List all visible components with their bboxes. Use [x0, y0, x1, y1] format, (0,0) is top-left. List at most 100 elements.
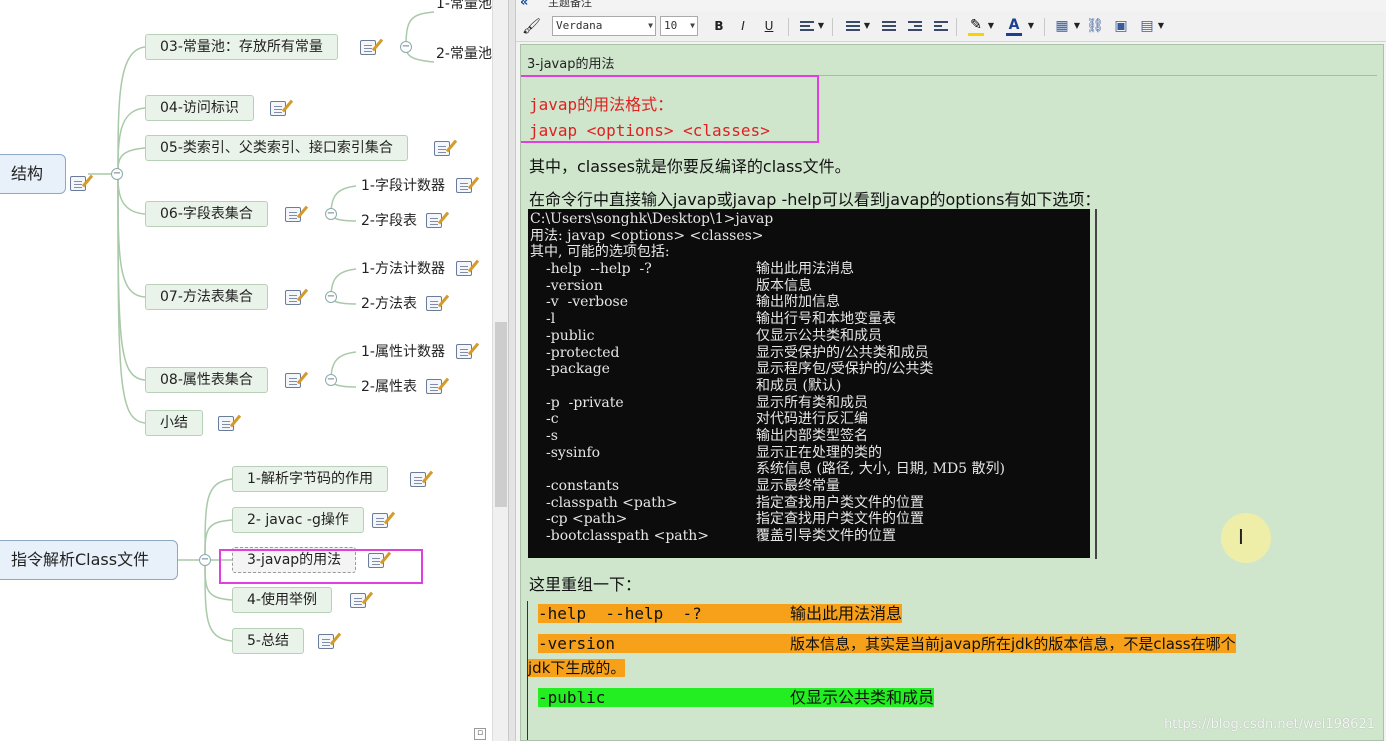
chevron-down-icon[interactable]: ▼ — [816, 16, 826, 36]
font-size-value: 10 — [664, 19, 678, 32]
subtopic-label[interactable]: 2-方法表 — [361, 294, 417, 314]
bullet-list-icon[interactable] — [882, 21, 896, 31]
mindmap-scrollbar[interactable] — [492, 0, 508, 741]
chevron-down-icon[interactable]: ▼ — [986, 16, 996, 36]
console-option-flag: -bootclasspath <path> — [546, 528, 710, 545]
mindmap-root-instruction-parse[interactable]: 指令解析Class文件 — [0, 540, 178, 580]
topic-08-attribute-table[interactable]: 08-属性表集合 — [145, 367, 268, 393]
note-icon[interactable] — [456, 261, 472, 276]
mindmap-pane[interactable]: 结构 − 03-常量池：存放所有常量 − 1-常量池 2-常量池 04-访问标识… — [0, 0, 492, 741]
text-cursor-icon: I — [1238, 525, 1244, 549]
highlight-color-icon[interactable]: ✎ — [968, 18, 984, 36]
console-option-line: -s 输出内部类型签名 — [530, 428, 1090, 445]
topic-2-javac-g[interactable]: 2- javac -g操作 — [232, 507, 364, 533]
topic-label: 2- javac -g操作 — [247, 512, 349, 528]
subtopic-label[interactable]: 2-字段表 — [361, 211, 417, 231]
console-option-desc: 版本信息 — [756, 277, 812, 294]
console-option-line: 和成员 (默认) — [530, 378, 1090, 395]
console-option-line: -v -verbose 输出附加信息 — [530, 294, 1090, 311]
console-option-flag: -l — [546, 311, 556, 328]
notes-header-title: 主题备注 — [548, 0, 592, 9]
scrollbar-thumb[interactable] — [495, 322, 507, 507]
format-toolbar: 🖌 Verdana ▼ 10 ▼ B I U ▼ ▼ ✎ ▼ A ▼ ▦ ▼ ⛓… — [516, 12, 1386, 42]
topic-07-method-table[interactable]: 07-方法表集合 — [145, 284, 268, 310]
note-icon[interactable] — [70, 176, 86, 191]
console-option-flag: -constants — [546, 478, 620, 494]
note-icon[interactable] — [456, 344, 472, 359]
subtopic-label[interactable]: 1-字段计数器 — [361, 176, 445, 196]
note-icon[interactable] — [456, 178, 472, 193]
topic-04-access-flags[interactable]: 04-访问标识 — [145, 95, 254, 121]
font-family-value: Verdana — [556, 19, 603, 32]
note-icon[interactable] — [434, 141, 450, 156]
bold-button[interactable]: B — [712, 16, 726, 36]
console-option-line: -protected 显示受保护的/公共类和成员 — [530, 345, 1090, 362]
note-icon[interactable] — [350, 593, 366, 608]
text-color-glyph: A — [1008, 17, 1020, 33]
image-icon[interactable]: ▣ — [1112, 16, 1130, 36]
note-icon[interactable] — [426, 213, 442, 228]
chevron-down-icon: ▼ — [690, 21, 695, 30]
chevron-down-icon[interactable]: ▼ — [1072, 16, 1082, 36]
subtopic-label[interactable]: 1-方法计数器 — [361, 259, 445, 279]
console-option-line: -package 显示程序包/受保护的/公共类 — [530, 361, 1090, 378]
topic-03-constant-pool[interactable]: 03-常量池：存放所有常量 — [145, 34, 338, 60]
topic-label: 1-解析字节码的作用 — [247, 471, 373, 487]
collapse-toggle[interactable]: − — [325, 208, 337, 220]
chevron-down-icon[interactable]: ▼ — [1026, 16, 1036, 36]
subtopic-label[interactable]: 2-常量池 — [436, 44, 492, 64]
pane-splitter[interactable] — [508, 0, 516, 741]
chevron-down-icon[interactable]: ▼ — [1156, 16, 1166, 36]
console-option-desc: 对代码进行反汇编 — [756, 411, 868, 428]
font-family-select[interactable]: Verdana ▼ — [552, 16, 656, 36]
format-painter-icon[interactable]: 🖌 — [522, 16, 541, 36]
topic-5-conclusion[interactable]: 5-总结 — [232, 628, 304, 654]
topic-05-class-index[interactable]: 05-类索引、父类索引、接口索引集合 — [145, 135, 408, 161]
font-size-select[interactable]: 10 ▼ — [660, 16, 698, 36]
topic-label: 4-使用举例 — [247, 592, 317, 608]
note-icon[interactable] — [318, 634, 334, 649]
collapse-toggle[interactable]: − — [325, 374, 337, 386]
note-icon[interactable] — [285, 290, 301, 305]
note-icon[interactable] — [426, 296, 442, 311]
note-icon[interactable] — [285, 207, 301, 222]
topic-06-field-table[interactable]: 06-字段表集合 — [145, 201, 268, 227]
subtopic-label[interactable]: 2-属性表 — [361, 377, 417, 397]
mindmap-root-structure[interactable]: 结构 — [0, 154, 66, 194]
console-option-line: -cp <path> 指定查找用户类文件的位置 — [530, 511, 1090, 528]
console-option-desc: 系统信息 (路径, 大小, 日期, MD5 散列) — [756, 461, 1005, 478]
italic-button[interactable]: I — [736, 16, 750, 36]
zoom-corner-icon[interactable]: ▫ — [474, 728, 486, 740]
topic-4-examples[interactable]: 4-使用举例 — [232, 587, 332, 613]
topic-summary[interactable]: 小结 — [145, 410, 203, 436]
numbered-list-icon[interactable] — [846, 21, 860, 31]
collapse-toggle[interactable]: − — [325, 291, 337, 303]
collapse-arrows-icon[interactable]: « — [520, 0, 528, 9]
chevron-down-icon[interactable]: ▼ — [862, 16, 872, 36]
collapse-toggle[interactable]: − — [199, 554, 211, 566]
collapse-toggle[interactable]: − — [111, 168, 123, 180]
note-icon[interactable] — [360, 40, 376, 55]
note-editor[interactable]: 3-javap的用法 javap的用法格式： javap <options> <… — [520, 44, 1384, 741]
note-icon[interactable] — [218, 416, 234, 431]
align-left-icon[interactable] — [800, 21, 814, 31]
text-color-icon[interactable]: A — [1006, 18, 1022, 36]
console-option-flag: -help --help -? — [546, 261, 652, 278]
indent-icon[interactable] — [934, 21, 948, 31]
topic-1-bytecode-purpose[interactable]: 1-解析字节码的作用 — [232, 466, 388, 492]
table-icon[interactable]: ▦ — [1054, 16, 1070, 36]
link-icon[interactable]: ⛓ — [1086, 16, 1104, 36]
subtopic-label[interactable]: 1-常量池 — [436, 0, 492, 14]
collapse-toggle[interactable]: − — [400, 41, 412, 53]
option-name: -public — [538, 688, 606, 707]
note-icon[interactable] — [285, 373, 301, 388]
insert-object-icon[interactable]: ▤ — [1138, 16, 1156, 36]
note-icon[interactable] — [270, 101, 286, 116]
underline-button[interactable]: U — [762, 16, 776, 36]
subtopic-label[interactable]: 1-属性计数器 — [361, 342, 445, 362]
outdent-icon[interactable] — [908, 21, 922, 31]
note-icon[interactable] — [410, 472, 426, 487]
note-icon[interactable] — [372, 513, 388, 528]
note-icon[interactable] — [426, 379, 442, 394]
console-option-desc: 输出此用法消息 — [756, 261, 854, 278]
